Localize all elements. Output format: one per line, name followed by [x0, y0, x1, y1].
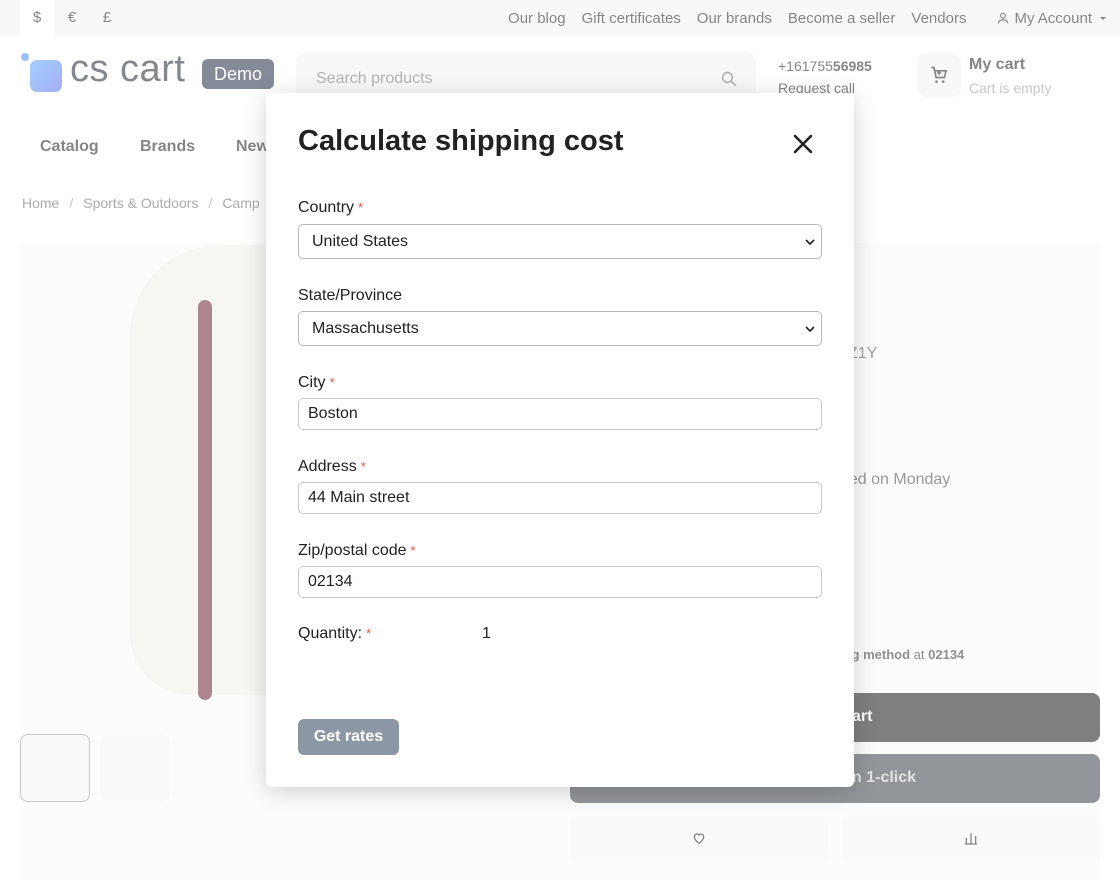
address-field[interactable]: 44 Main street — [298, 482, 822, 514]
zip-field[interactable]: 02134 — [298, 566, 822, 598]
dialog-title: Calculate shipping cost — [298, 125, 624, 157]
address-label: Address * — [298, 458, 366, 476]
quantity-value: 1 — [482, 625, 491, 642]
get-rates-button[interactable]: Get rates — [298, 719, 399, 755]
required-mark: * — [360, 459, 366, 474]
close-icon[interactable] — [792, 133, 814, 155]
country-label: Country * — [298, 199, 363, 217]
quantity-label-text: Quantity: — [298, 625, 363, 642]
quantity-label: Quantity: * — [298, 625, 371, 643]
chevron-down-icon — [805, 326, 815, 333]
required-mark: * — [366, 626, 372, 641]
required-mark: * — [410, 543, 416, 558]
address-label-text: Address — [298, 458, 357, 475]
state-select[interactable]: Massachusetts — [298, 311, 822, 346]
zip-label: Zip/postal code * — [298, 542, 416, 560]
shipping-cost-dialog: Calculate shipping cost Country * United … — [266, 93, 854, 787]
country-value: United States — [312, 233, 409, 250]
state-value: Massachusetts — [312, 320, 419, 337]
city-field[interactable]: Boston — [298, 398, 822, 430]
required-mark: * — [329, 375, 335, 390]
country-label-text: Country — [298, 199, 355, 216]
state-label: State/Province — [298, 287, 403, 304]
country-select[interactable]: United States — [298, 224, 822, 259]
city-label: City * — [298, 374, 335, 392]
chevron-down-icon — [805, 239, 815, 246]
zip-label-text: Zip/postal code — [298, 542, 407, 559]
city-label-text: City — [298, 374, 326, 391]
required-mark: * — [358, 200, 364, 215]
